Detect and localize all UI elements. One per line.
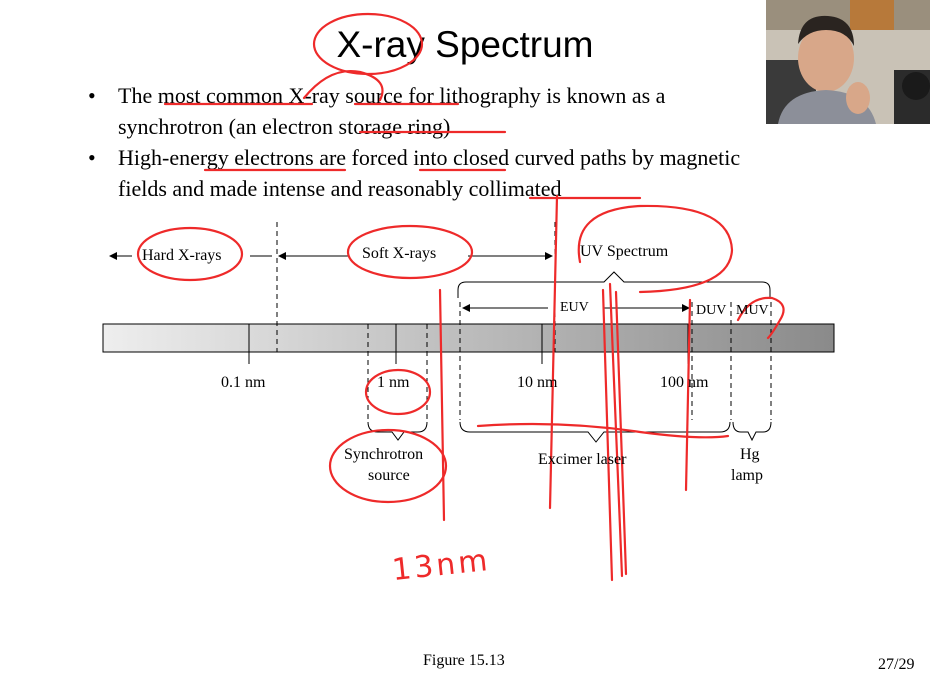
tick-label: 0.1 nm: [221, 374, 266, 391]
synchrotron-label-line1: Synchrotron: [344, 446, 424, 463]
figure-caption: Figure 15.13: [423, 652, 505, 669]
spectrum-bar: [102, 323, 835, 353]
excimer-label: Excimer laser: [538, 451, 627, 468]
hg-label-line2: lamp: [731, 467, 763, 484]
presenter-webcam: [766, 0, 930, 124]
uv-spectrum-label: UV Spectrum: [580, 243, 669, 260]
hg-brace: [732, 421, 772, 442]
hard-xrays-label: Hard X-rays: [142, 247, 222, 264]
euv-label: EUV: [560, 300, 589, 315]
hg-label-line1: Hg: [740, 446, 760, 463]
soft-xrays-label: Soft X-rays: [362, 245, 437, 262]
page-number: 27/29: [878, 656, 915, 673]
slide: X-ray Spectrum • The most common X-ray s…: [0, 0, 930, 696]
tick-label: 10 nm: [517, 374, 558, 391]
uv-brace: [457, 271, 771, 298]
muv-label: MUV: [736, 303, 769, 318]
tick-label: 100 nm: [660, 374, 709, 391]
handwritten-annotations: [136, 12, 785, 582]
synchrotron-label-line2: source: [368, 467, 410, 484]
tick-label: 1 nm: [377, 374, 410, 391]
duv-label: DUV: [696, 303, 727, 318]
